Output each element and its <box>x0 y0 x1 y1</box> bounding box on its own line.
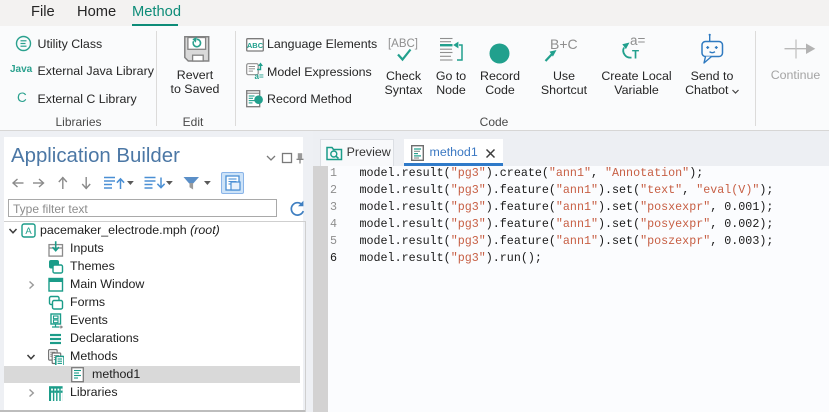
svg-text:a=: a= <box>630 33 646 48</box>
svg-text:T: T <box>632 50 639 62</box>
svg-text:B+C: B+C <box>550 36 578 52</box>
svg-text:ABC: ABC <box>246 40 263 49</box>
svg-text:A: A <box>25 226 32 237</box>
svg-text:a=: a= <box>255 72 264 80</box>
